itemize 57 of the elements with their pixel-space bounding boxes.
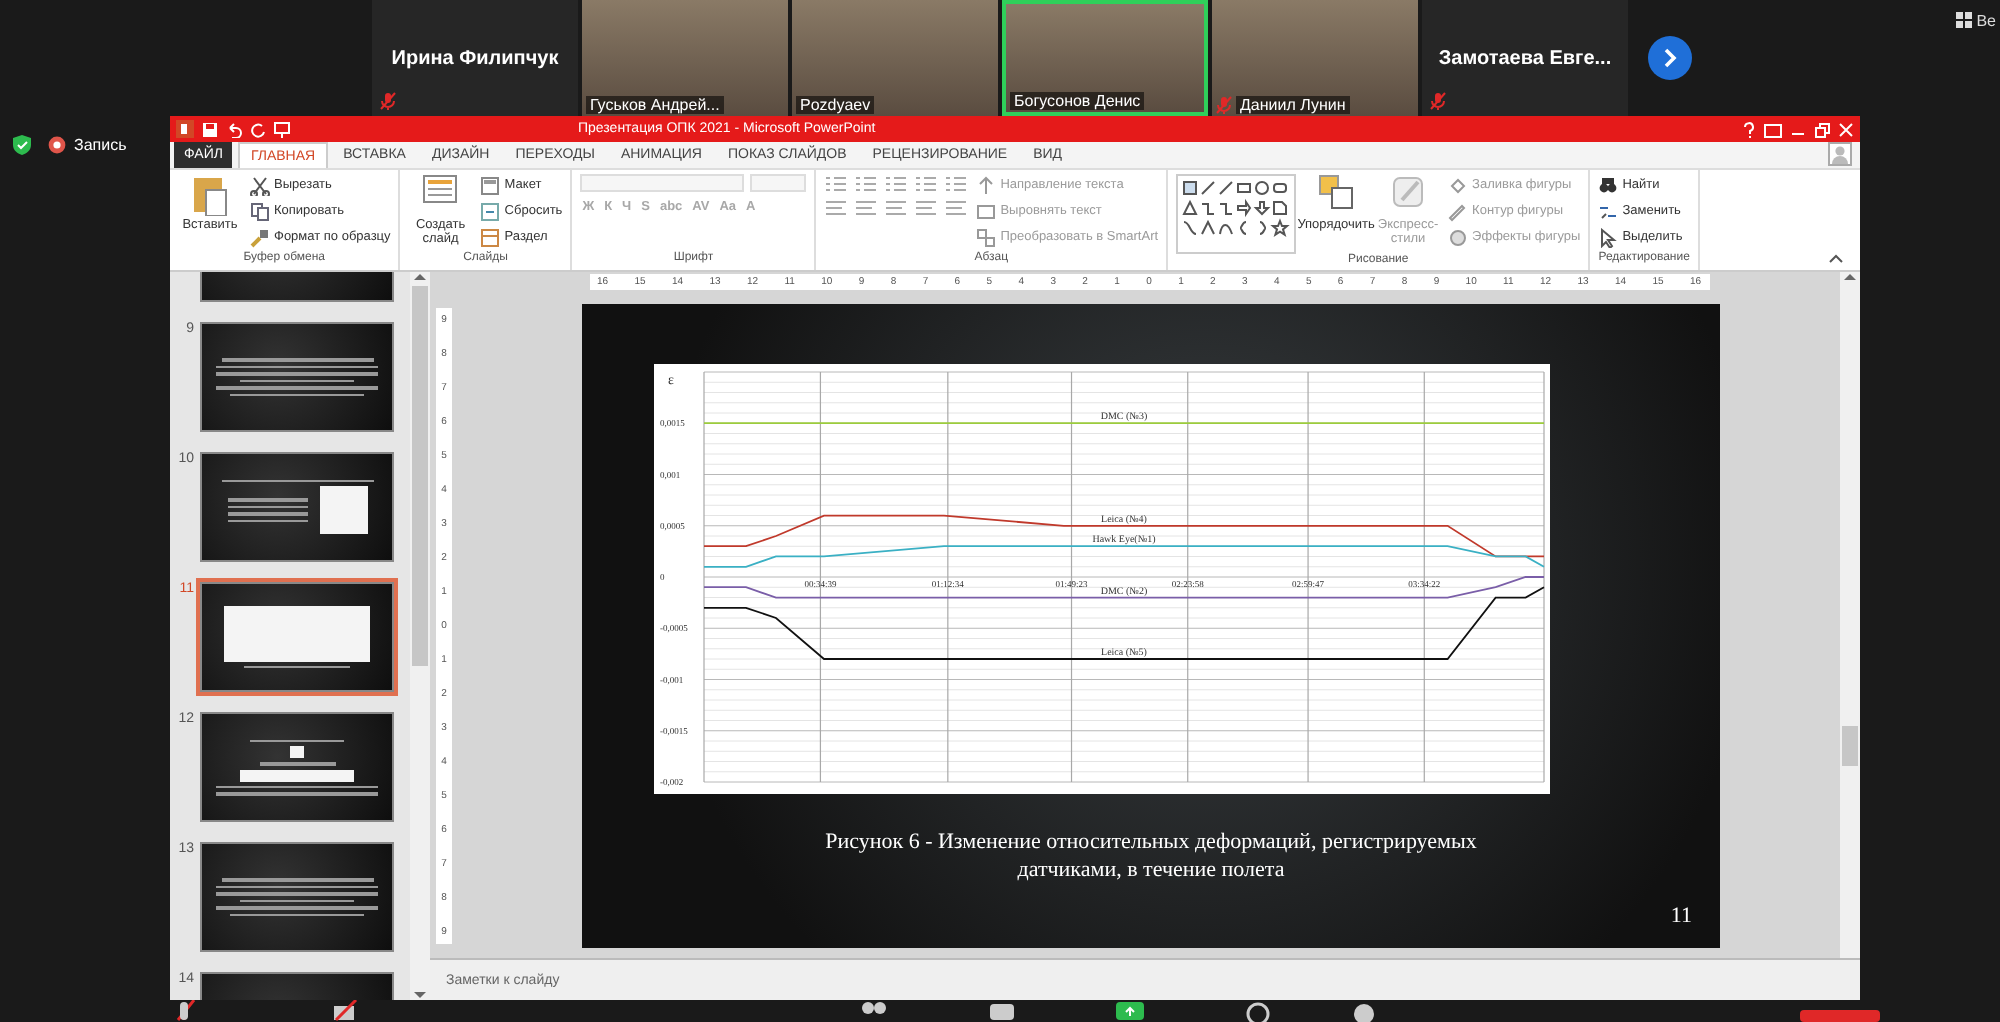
participant-name: Гуськов Андрей... [586, 96, 724, 114]
participant-name: Ирина Филипчук [391, 47, 559, 69]
grid-icon[interactable] [1956, 12, 1973, 28]
restore-icon[interactable] [1814, 121, 1830, 137]
shapes-drawing [1180, 178, 1293, 240]
effects-icon [1448, 227, 1469, 247]
clipboard-icon [192, 174, 228, 216]
participant-name: Pozdyaev [796, 96, 875, 114]
participant-name: Богусонов Денис [1010, 92, 1145, 110]
align-text-icon [976, 201, 997, 221]
participant-name: Даниил Лунин [1236, 96, 1350, 114]
fill-icon [1448, 175, 1469, 195]
scrollbar-thumb[interactable] [1842, 726, 1858, 766]
recording-label: Запись [74, 136, 127, 154]
slide-thumbnail[interactable] [200, 582, 394, 692]
undo-icon[interactable] [226, 121, 242, 137]
layout-icon [480, 175, 501, 195]
slide-thumbnail[interactable] [200, 712, 394, 822]
stopped-video-icon[interactable] [332, 1000, 360, 1022]
binoculars-icon [1598, 175, 1619, 195]
smartart-icon [976, 227, 997, 247]
scrollbar-thumb[interactable] [412, 286, 428, 666]
replace-icon [1598, 201, 1619, 221]
collapse-ribbon-icon[interactable] [1828, 252, 1844, 264]
help-icon[interactable] [1742, 121, 1756, 137]
close-icon[interactable] [1838, 121, 1854, 137]
presentation-icon[interactable] [274, 121, 290, 137]
record-icon [48, 136, 66, 154]
slide-thumbnail[interactable] [200, 452, 394, 562]
section-icon [480, 227, 501, 247]
chevron-right-icon [1662, 48, 1678, 68]
brush-icon [250, 227, 270, 247]
slide-number: 11 [1670, 904, 1692, 928]
shapes-gallery[interactable] [1176, 174, 1297, 254]
scissors-icon [250, 175, 270, 195]
view-button[interactable]: Ве [1976, 12, 1996, 30]
slide-thumbnail[interactable] [200, 322, 394, 432]
slide-thumbnail[interactable] [200, 842, 394, 952]
record-icon[interactable] [1244, 1000, 1272, 1022]
scrollbar[interactable] [410, 272, 430, 1000]
powerpoint-logo-icon [176, 120, 194, 138]
figure-caption: Рисунок 6 - Изменение относительных деформаций, регистрируемых датчиками, в течение полета [823, 828, 1479, 884]
chat-icon[interactable] [988, 1000, 1016, 1022]
redo-icon[interactable] [250, 121, 266, 137]
participant-name: Замотаева Евге... [1438, 47, 1612, 69]
ribbon-display-icon[interactable] [1764, 121, 1782, 137]
shield-icon[interactable] [12, 134, 32, 156]
next-page-button[interactable] [1648, 36, 1692, 80]
reactions-icon[interactable] [1352, 1000, 1380, 1022]
cursor-icon [1598, 227, 1619, 247]
reset-icon [480, 201, 501, 221]
save-icon[interactable] [202, 121, 218, 137]
share-screen-icon[interactable] [1116, 1000, 1144, 1022]
outline-icon [1448, 201, 1469, 221]
copy-icon [250, 201, 270, 221]
text-direction-icon [976, 175, 997, 195]
scrollbar[interactable] [1840, 272, 1860, 958]
